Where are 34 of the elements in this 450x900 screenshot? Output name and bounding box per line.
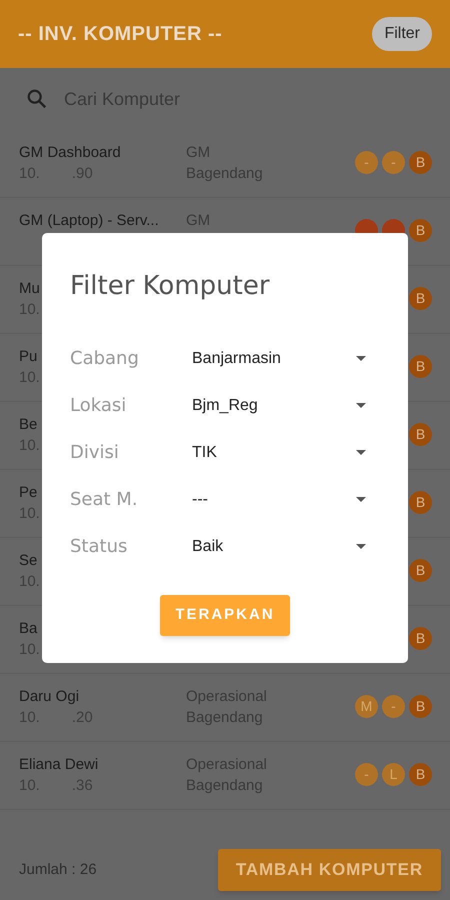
- status-badge: B: [409, 423, 432, 446]
- field-label: Status: [70, 535, 128, 559]
- status-badge: B: [409, 559, 432, 582]
- computer-name: Pe: [19, 483, 38, 503]
- computer-name: Daru Ogi: [19, 687, 80, 707]
- field-label: Seat M.: [70, 488, 139, 512]
- computer-name: Be: [19, 415, 38, 435]
- status-badge: B: [409, 151, 432, 174]
- status-badge: -: [355, 151, 378, 174]
- field-label: Cabang: [70, 347, 140, 371]
- computer-name: Ba: [19, 619, 38, 639]
- status-badge: L: [382, 763, 405, 786]
- field-label: Divisi: [70, 441, 120, 465]
- computer-name: Mu: [19, 279, 40, 299]
- status-badge: B: [409, 763, 432, 786]
- status-badge: B: [409, 627, 432, 650]
- computer-name: GM Dashboard: [19, 143, 121, 163]
- status-badge: -: [382, 695, 405, 718]
- status-badge: B: [409, 287, 432, 310]
- status-badge: M: [355, 695, 378, 718]
- field-label: Lokasi: [70, 394, 128, 418]
- status-badge: B: [409, 491, 432, 514]
- app-title: -- INV. KOMPUTER --: [18, 22, 222, 47]
- computer-name: Se: [19, 551, 38, 571]
- item-count: Jumlah : 26: [19, 860, 97, 880]
- computer-name: Pu: [19, 347, 38, 367]
- status-badge: B: [409, 219, 432, 242]
- computer-name: Eliana Dewi: [19, 755, 98, 775]
- status-badge: -: [382, 151, 405, 174]
- status-badge: B: [409, 695, 432, 718]
- status-badge: B: [409, 355, 432, 378]
- dialog-title: Filter Komputer: [70, 270, 271, 303]
- status-badge: -: [355, 763, 378, 786]
- computer-name: GM (Laptop) - Serv...: [19, 211, 159, 231]
